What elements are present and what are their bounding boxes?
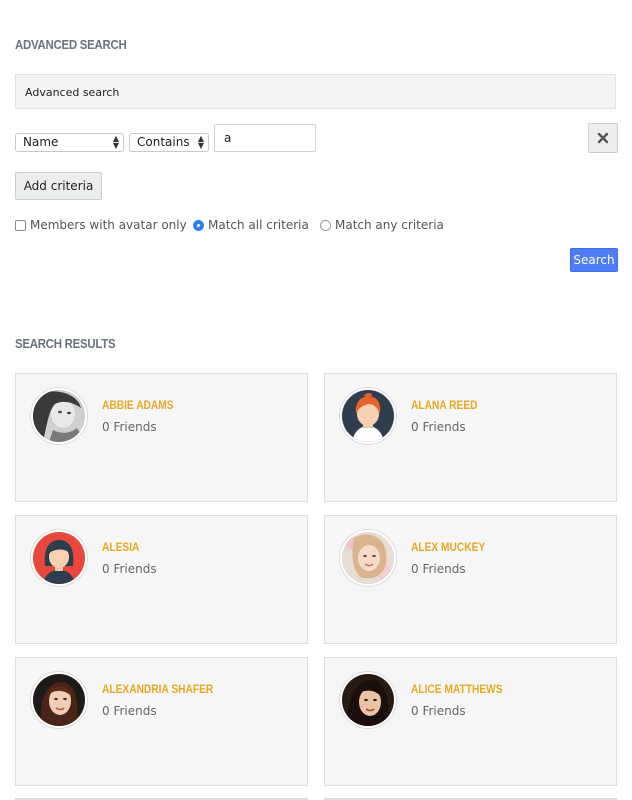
- member-name-link[interactable]: ALICE MATTHEWS: [411, 682, 503, 696]
- select-arrows-icon: ▲ ▼: [112, 134, 119, 150]
- member-name-link[interactable]: ALEXANDRIA SHAFER: [102, 682, 213, 696]
- avatar-only-option[interactable]: Members with avatar only: [15, 217, 187, 233]
- member-friends-count: 0 Friends: [411, 420, 466, 434]
- avatar-photo: [342, 532, 394, 584]
- avatar-illustration: [33, 532, 85, 584]
- avatar-photo: [33, 390, 85, 442]
- avatar-illustration: [342, 390, 394, 442]
- avatar[interactable]: [340, 672, 396, 728]
- avatar[interactable]: [31, 388, 87, 444]
- member-name-link[interactable]: ALEX MUCKEY: [411, 540, 485, 554]
- remove-criteria-button[interactable]: [588, 123, 618, 153]
- member-name-link[interactable]: ALESIA: [102, 540, 139, 554]
- match-all-radio[interactable]: [193, 219, 204, 231]
- advanced-search-panel-header: Advanced search: [15, 74, 616, 109]
- avatar[interactable]: [340, 530, 396, 586]
- member-name-link[interactable]: ALANA REED: [411, 398, 477, 412]
- member-friends-count: 0 Friends: [411, 704, 466, 718]
- avatar-only-label: Members with avatar only: [30, 218, 187, 232]
- match-any-option[interactable]: Match any criteria: [320, 217, 444, 233]
- member-card: ABBIE ADAMS 0 Friends: [15, 373, 308, 502]
- member-friends-count: 0 Friends: [102, 420, 157, 434]
- match-any-label: Match any criteria: [335, 218, 444, 232]
- avatar-photo: [33, 674, 85, 726]
- criteria-value-input[interactable]: [214, 124, 316, 152]
- member-card: ALANA REED 0 Friends: [324, 373, 617, 502]
- member-name-link[interactable]: ABBIE ADAMS: [102, 398, 174, 412]
- member-card: ALEX MUCKEY 0 Friends: [324, 515, 617, 644]
- member-card: ALEXANDRIA SHAFER 0 Friends: [15, 657, 308, 786]
- member-friends-count: 0 Friends: [411, 562, 466, 576]
- match-all-label: Match all criteria: [208, 218, 309, 232]
- add-criteria-button[interactable]: Add criteria: [15, 172, 102, 200]
- member-card: ALESIA 0 Friends: [15, 515, 308, 644]
- avatar-only-checkbox[interactable]: [15, 219, 26, 231]
- avatar[interactable]: [340, 388, 396, 444]
- operator-select-value: Contains: [137, 135, 190, 149]
- avatar[interactable]: [31, 672, 87, 728]
- member-friends-count: 0 Friends: [102, 704, 157, 718]
- advanced-search-title: ADVANCED SEARCH: [15, 37, 127, 52]
- select-arrows-icon: ▲ ▼: [197, 134, 204, 150]
- field-select-value: Name: [23, 135, 59, 149]
- avatar[interactable]: [31, 530, 87, 586]
- member-card: ALICE MATTHEWS 0 Friends: [324, 657, 617, 786]
- search-results-title: SEARCH RESULTS: [15, 336, 116, 351]
- operator-select[interactable]: Contains ▲ ▼: [129, 133, 209, 152]
- member-friends-count: 0 Friends: [102, 562, 157, 576]
- search-button[interactable]: Search: [570, 248, 618, 272]
- match-any-radio[interactable]: [320, 219, 331, 231]
- close-icon: [597, 132, 609, 144]
- avatar-photo: [342, 674, 394, 726]
- match-all-option[interactable]: Match all criteria: [193, 217, 309, 233]
- field-select[interactable]: Name ▲ ▼: [15, 133, 124, 152]
